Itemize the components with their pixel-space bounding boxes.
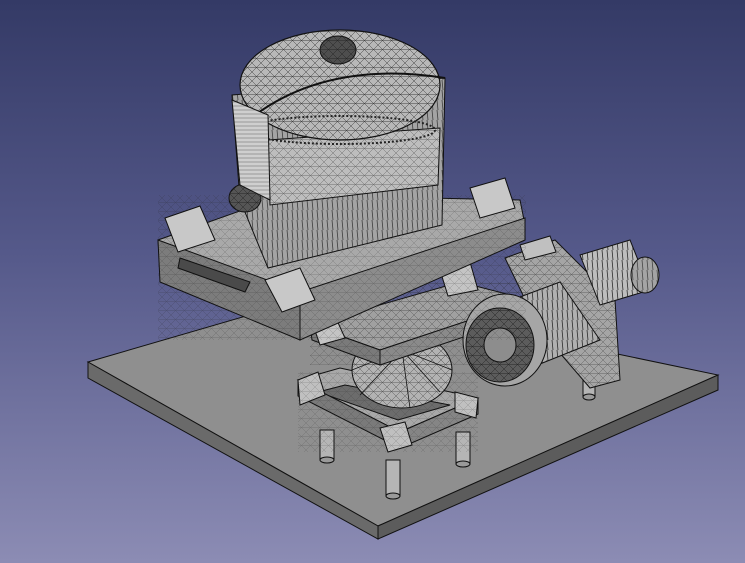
cad-model-render[interactable] — [0, 0, 745, 563]
3d-viewport[interactable] — [0, 0, 745, 563]
main-housing[interactable] — [228, 29, 446, 269]
